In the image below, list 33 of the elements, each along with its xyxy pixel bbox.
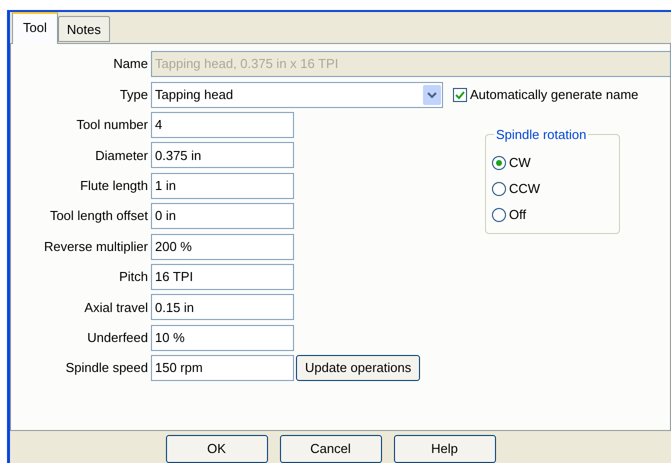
check-icon: [455, 90, 465, 100]
field-label: Name: [112, 55, 149, 74]
field-label: Diameter: [94, 146, 149, 165]
field-label: Pitch: [118, 268, 149, 286]
radio-label: CW: [509, 154, 531, 172]
auto-name-checkbox[interactable]: [453, 88, 467, 102]
field-label: Underfeed: [86, 328, 149, 347]
input-field[interactable]: 1 in: [151, 172, 294, 199]
dialog-button[interactable]: OK: [166, 435, 268, 463]
input-field[interactable]: 4: [151, 112, 294, 138]
field-label: Flute length: [79, 177, 149, 195]
input-field[interactable]: 16 TPI: [151, 264, 294, 290]
field-label: Spindle speed: [64, 359, 149, 378]
radio-label: CCW: [509, 180, 540, 198]
tab[interactable]: Notes: [58, 16, 110, 42]
field-label: Axial travel: [83, 298, 149, 317]
field-label: Type: [118, 86, 149, 104]
input-field[interactable]: 200 %: [151, 234, 294, 260]
dialog-button[interactable]: Help: [394, 435, 496, 463]
type-dropdown[interactable]: Tapping head: [151, 82, 443, 108]
field-label: Tool number: [75, 116, 149, 134]
input-field[interactable]: 0.15 in: [151, 294, 294, 320]
field-label: Tool length offset: [48, 207, 149, 226]
radio-label: Off: [509, 206, 526, 224]
input-field[interactable]: 150 rpm: [151, 355, 294, 382]
input-field[interactable]: 0 in: [151, 203, 294, 230]
tab[interactable]: Tool: [12, 12, 58, 44]
checkbox-label: Automatically generate name: [470, 86, 638, 104]
update-operations-button[interactable]: Update operations: [296, 355, 420, 382]
input-field[interactable]: 0.375 in: [151, 142, 294, 168]
field-label: Reverse multiplier: [42, 238, 149, 256]
input-field[interactable]: 10 %: [151, 324, 294, 351]
dialog-button[interactable]: Cancel: [280, 435, 382, 463]
